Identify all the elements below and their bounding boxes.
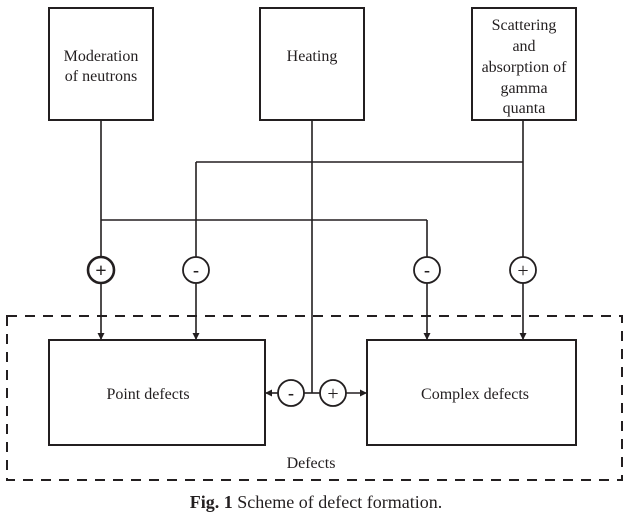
sign-minus-icon: -	[193, 260, 199, 280]
defects-group-label: Defects	[287, 455, 336, 472]
sign-node-moderation-complex: -	[413, 256, 441, 284]
sign-node-scattering-point: -	[182, 256, 210, 284]
sign-minus-icon: -	[288, 383, 294, 403]
source-box-heating: Heating	[259, 7, 365, 121]
source-label-scattering-line1: Scattering	[492, 17, 557, 34]
source-label-moderation-line2: of neutrons	[65, 68, 137, 85]
source-label-scattering-line2: and	[512, 38, 535, 55]
defect-formation-diagram: Moderation of neutrons Heating Scatterin…	[6, 7, 623, 512]
sign-node-moderation-point: +	[86, 255, 116, 285]
target-label-point-defects: Point defects	[106, 386, 189, 403]
sign-node-scattering-complex: +	[509, 256, 537, 284]
sign-plus-icon: +	[95, 260, 106, 282]
target-box-complex-defects: Complex defects	[366, 339, 577, 446]
figure-caption-prefix: Fig. 1	[190, 492, 233, 512]
sign-plus-icon: +	[517, 260, 528, 282]
source-box-moderation: Moderation of neutrons	[48, 7, 154, 121]
source-label-scattering-line5: quanta	[503, 100, 546, 117]
source-label-moderation-line1: Moderation	[64, 48, 139, 65]
figure-caption: Fig. 1 Scheme of defect formation.	[190, 492, 442, 512]
source-box-scattering: Scattering and absorption of gamma quant…	[471, 7, 577, 121]
target-label-complex-defects: Complex defects	[421, 386, 529, 403]
source-label-scattering-line3: absorption of	[482, 59, 568, 76]
source-label-heating: Heating	[287, 48, 338, 65]
sign-minus-icon: -	[424, 260, 430, 280]
source-label-scattering-line4: gamma	[500, 80, 547, 97]
sign-node-heating-complex: +	[319, 379, 347, 407]
target-box-point-defects: Point defects	[48, 339, 266, 446]
sign-plus-icon: +	[327, 383, 338, 405]
figure-caption-text: Scheme of defect formation.	[233, 492, 442, 512]
sign-node-heating-point: -	[277, 379, 305, 407]
